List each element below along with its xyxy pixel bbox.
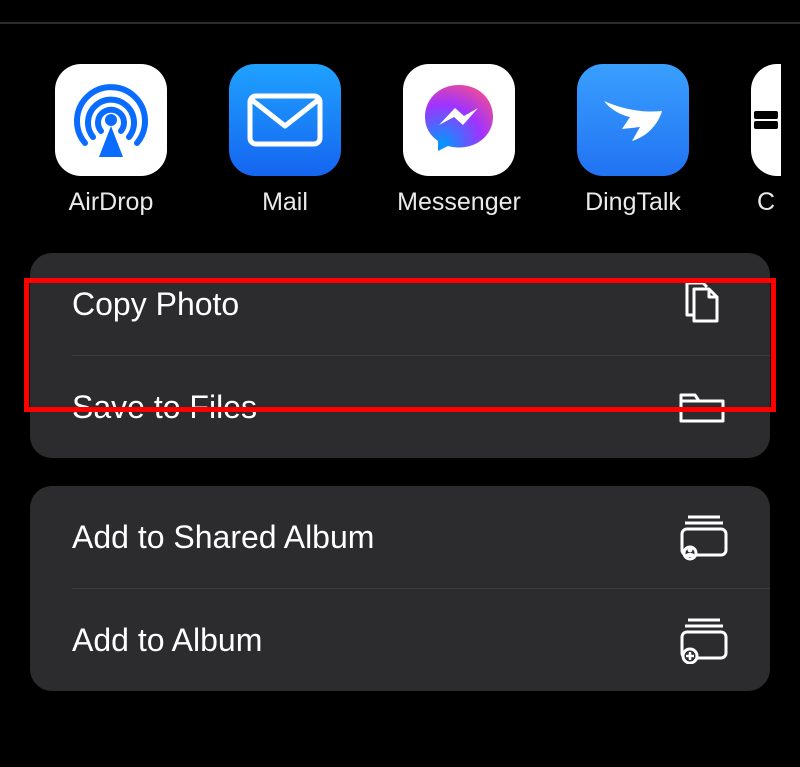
actions-group-1: Copy Photo Save to Files	[30, 253, 770, 458]
action-label: Add to Album	[72, 622, 262, 659]
action-label: Add to Shared Album	[72, 519, 374, 556]
copy-icon	[676, 278, 728, 330]
capcut-icon	[751, 90, 781, 150]
mail-tile	[229, 64, 341, 176]
messenger-tile	[403, 64, 515, 176]
actions-group-2: Add to Shared Album Add to Album	[30, 486, 770, 691]
share-app-label: AirDrop	[69, 188, 154, 217]
action-save-to-files[interactable]: Save to Files	[30, 356, 770, 458]
airdrop-tile	[55, 64, 167, 176]
share-app-mail[interactable]: Mail	[229, 64, 341, 217]
share-app-messenger[interactable]: Messenger	[403, 64, 515, 217]
dingtalk-tile	[577, 64, 689, 176]
action-copy-photo[interactable]: Copy Photo	[30, 253, 770, 355]
share-app-label: C	[757, 188, 775, 217]
share-app-label: Messenger	[397, 188, 521, 217]
folder-icon	[676, 381, 728, 433]
airdrop-icon	[68, 77, 154, 163]
share-app-airdrop[interactable]: AirDrop	[55, 64, 167, 217]
share-app-label: Mail	[262, 188, 308, 217]
mail-icon	[246, 92, 324, 148]
action-add-album[interactable]: Add to Album	[30, 589, 770, 691]
partial-tile	[751, 64, 781, 176]
shared-album-icon	[676, 511, 728, 563]
action-add-shared-album[interactable]: Add to Shared Album	[30, 486, 770, 588]
share-app-label: DingTalk	[585, 188, 681, 217]
share-apps-row: AirDrop Mail Me	[0, 24, 800, 217]
share-app-dingtalk[interactable]: DingTalk	[577, 64, 689, 217]
messenger-icon	[416, 77, 502, 163]
action-label: Save to Files	[72, 389, 257, 426]
action-label: Copy Photo	[72, 286, 239, 323]
dingtalk-icon	[592, 79, 674, 161]
share-app-partial[interactable]: C	[751, 64, 781, 217]
add-album-icon	[676, 614, 728, 666]
